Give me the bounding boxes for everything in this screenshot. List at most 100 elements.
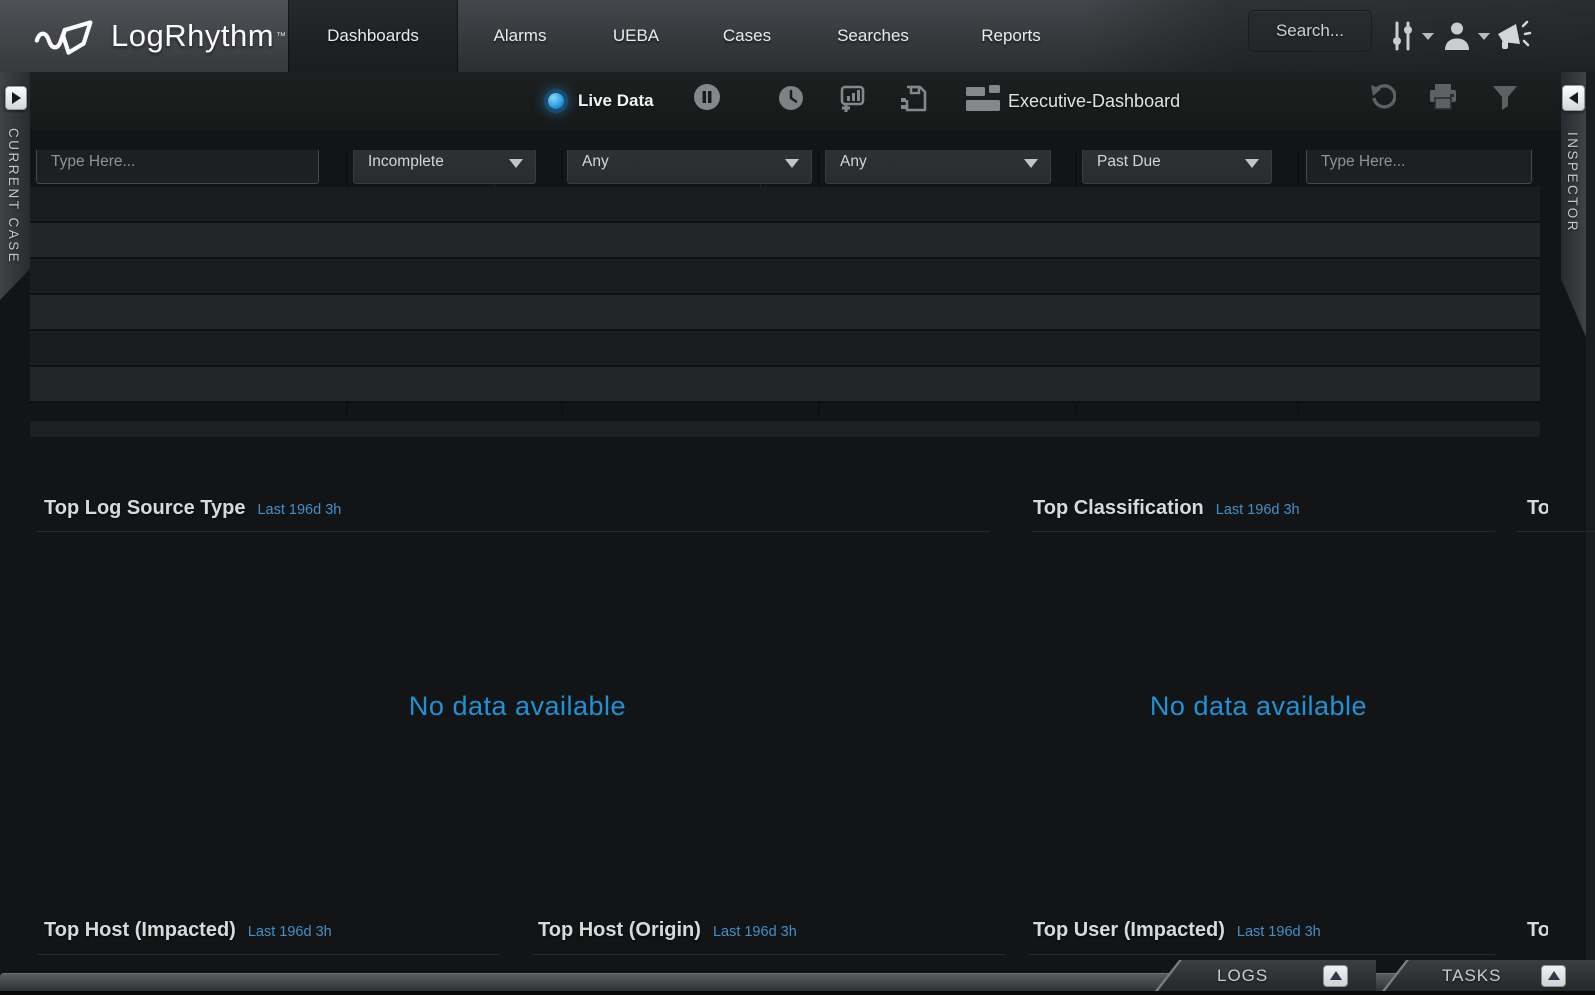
chevron-down-icon [509, 159, 523, 168]
expand-inspector-button[interactable] [1562, 85, 1585, 111]
triangle-up-icon [1548, 971, 1560, 980]
widget-title-top-host-origin: Top Host (Origin) Last 196d 3h [538, 919, 797, 942]
widget-title-top-classification: Top Classification Last 196d 3h [1033, 497, 1300, 520]
table-row [30, 223, 1540, 259]
widget-title-top-log-source-type: Top Log Source Type Last 196d 3h [44, 497, 341, 520]
filter-icon[interactable] [1492, 85, 1518, 111]
logs-tab[interactable]: LOGS [1155, 960, 1376, 991]
dashboard-layout-icon[interactable] [966, 85, 1000, 111]
widget-time-range: Last 196d 3h [1216, 502, 1300, 518]
widget-title-top-host-impacted: Top Host (Impacted) Last 196d 3h [44, 919, 332, 942]
widget-title-text: Top [1517, 919, 1548, 942]
live-data-label: Live Data [578, 91, 654, 111]
nav-tab-ueba[interactable]: UEBA [576, 0, 696, 72]
table-row [30, 295, 1540, 331]
logrhythm-logo-icon [33, 13, 101, 59]
horizontal-scrollbar[interactable] [30, 421, 1540, 437]
inspector-tab[interactable]: INSPECTOR [1561, 72, 1586, 337]
widget-title-clipped: Top [1517, 497, 1548, 523]
status-filter-select[interactable]: Incomplete [353, 150, 536, 184]
chevron-down-icon [1478, 33, 1490, 40]
nav-tab-alarms[interactable]: Alarms [460, 0, 580, 72]
user-icon[interactable] [1442, 0, 1490, 72]
nav-tab-ueba-label: UEBA [576, 0, 696, 72]
chevron-down-icon [785, 159, 799, 168]
nav-tab-reports[interactable]: Reports [951, 0, 1071, 72]
widget-title-text: Top Host (Origin) [538, 919, 701, 942]
sliders-icon[interactable] [1388, 0, 1434, 72]
table-row [30, 187, 1540, 223]
widget-time-range: Last 196d 3h [248, 924, 332, 940]
add-widget-icon[interactable] [836, 84, 866, 113]
widget-divider [37, 954, 500, 955]
tasks-expand-button[interactable] [1541, 965, 1566, 987]
no-data-message: No data available [30, 556, 1005, 856]
logo-section: LogRhythm™ [0, 0, 288, 72]
undo-icon[interactable] [1368, 83, 1396, 111]
nav-tab-dashboards[interactable]: Dashboards [288, 0, 458, 72]
expand-current-case-button[interactable] [5, 86, 27, 110]
live-data-toggle[interactable]: Live Data [548, 72, 654, 130]
nav-tab-searches[interactable]: Searches [813, 0, 933, 72]
dashboard-name[interactable]: Executive-Dashboard [1008, 72, 1180, 130]
status-filter-value: Incomplete [368, 153, 444, 170]
brand-trademark: ™ [276, 31, 286, 42]
widget-time-range: Last 196d 3h [257, 502, 341, 518]
pause-icon[interactable] [693, 83, 721, 111]
search-button[interactable]: Search... [1248, 10, 1372, 52]
triangle-right-icon [12, 92, 21, 104]
tag-filter-input[interactable]: Type Here... [1306, 150, 1532, 184]
widget-title-text: Top Log Source Type [44, 497, 245, 520]
chevron-down-icon [1422, 33, 1434, 40]
tasks-tab-label: TASKS [1442, 966, 1501, 986]
nav-tab-alarms-label: Alarms [460, 0, 580, 72]
widget-divider [532, 954, 1006, 955]
widget-time-range: Last 196d 3h [1237, 924, 1321, 940]
print-icon[interactable] [1428, 84, 1458, 111]
bottom-edge [0, 991, 1595, 995]
no-data-message: No data available [1017, 556, 1500, 856]
nav-tab-reports-label: Reports [951, 0, 1071, 72]
nav-tab-cases-label: Cases [687, 0, 807, 72]
table-row [30, 259, 1540, 295]
tasks-tab[interactable]: TASKS [1382, 960, 1595, 991]
widget-divider [1517, 531, 1595, 532]
chevron-down-icon [1245, 159, 1259, 168]
save-layout-icon[interactable] [898, 84, 927, 113]
widget-title-clipped: Top [1517, 919, 1548, 945]
widget-title-text: Top Host (Impacted) [44, 919, 236, 942]
widget-time-range: Last 196d 3h [713, 924, 797, 940]
case-name-filter-input[interactable]: Type Here... [36, 150, 319, 184]
priority-filter-value: Any [582, 153, 609, 170]
brand-name: LogRhythm [111, 18, 274, 54]
triangle-up-icon [1330, 971, 1342, 980]
widget-title-top-user-impacted: Top User (Impacted) Last 196d 3h [1033, 919, 1321, 942]
megaphone-icon[interactable] [1494, 0, 1532, 72]
chevron-down-icon [1024, 159, 1038, 168]
nav-tab-dashboards-label: Dashboards [289, 0, 457, 72]
widget-title-text: Top User (Impacted) [1033, 919, 1225, 942]
live-data-radio-icon [548, 93, 564, 109]
table-row [30, 331, 1540, 367]
cases-table [30, 187, 1540, 415]
nav-tab-searches-label: Searches [813, 0, 933, 72]
inspector-gutter [1586, 72, 1595, 973]
cases-filter-row: Type Here... Incomplete Any Any Past Due… [30, 150, 1540, 186]
top-nav: LogRhythm™ Dashboards Alarms UEBA Cases … [0, 0, 1595, 72]
due-date-filter-select[interactable]: Past Due [1082, 150, 1272, 184]
due-date-filter-value: Past Due [1097, 153, 1161, 170]
widget-divider [37, 531, 990, 532]
history-clock-icon[interactable] [778, 85, 804, 111]
logs-expand-button[interactable] [1323, 965, 1348, 987]
logrhythm-app: LogRhythm™ Dashboards Alarms UEBA Cases … [0, 0, 1595, 995]
priority-filter-select[interactable]: Any [567, 150, 812, 184]
widget-title-text: Top [1517, 497, 1548, 520]
owner-filter-value: Any [840, 153, 867, 170]
nav-tab-cases[interactable]: Cases [687, 0, 807, 72]
widget-divider [1028, 954, 1495, 955]
triangle-left-icon [1569, 92, 1578, 104]
owner-filter-select[interactable]: Any [825, 150, 1051, 184]
widget-title-text: Top Classification [1033, 497, 1204, 520]
table-row [30, 367, 1540, 403]
current-case-label: CURRENT CASE [6, 128, 21, 264]
